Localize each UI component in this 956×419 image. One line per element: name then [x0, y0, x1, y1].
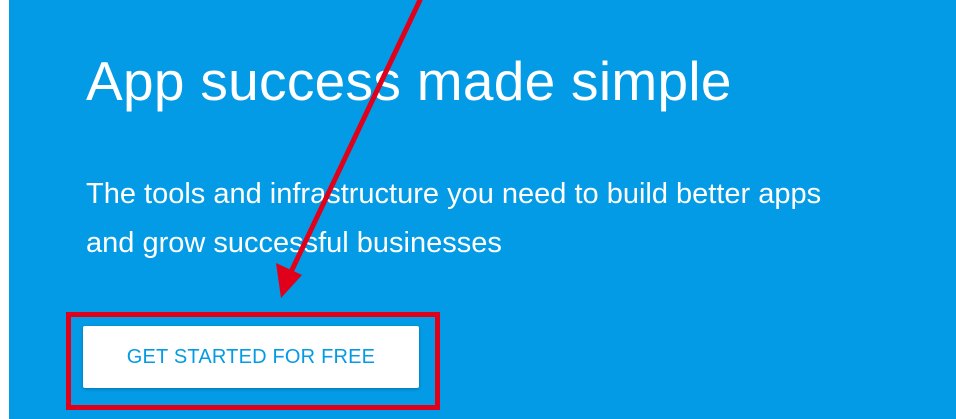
get-started-button[interactable]: GET STARTED FOR FREE	[83, 326, 419, 388]
hero-subhead: The tools and infrastructure you need to…	[86, 178, 822, 259]
page: App success made simple The tools and in…	[0, 0, 956, 419]
hero-headline: App success made simple	[86, 50, 732, 112]
